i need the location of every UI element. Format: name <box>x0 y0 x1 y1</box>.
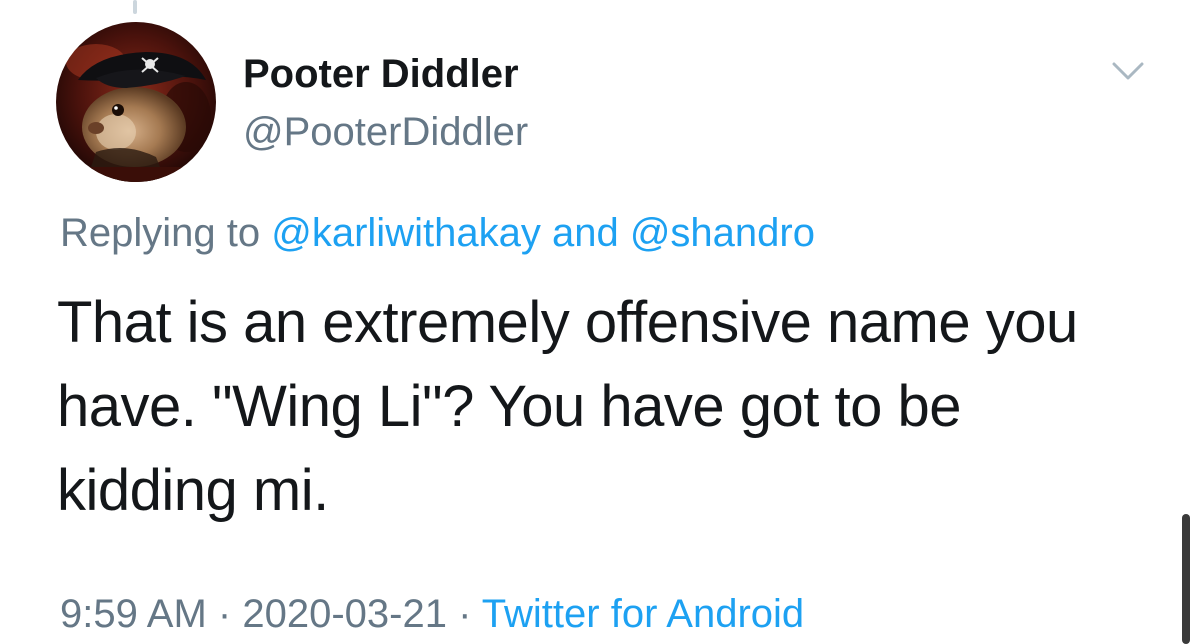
meta-separator: · <box>458 592 472 636</box>
author-handle[interactable]: @PooterDiddler <box>243 108 528 156</box>
tweet-menu-button[interactable] <box>1108 56 1148 86</box>
thread-connector-line <box>133 0 137 14</box>
tweet-time[interactable]: 9:59 AM <box>60 592 207 636</box>
replying-to-label: Replying to <box>60 211 261 255</box>
guinea-pig-pirate-avatar-icon <box>56 22 216 182</box>
scrollbar-thumb[interactable] <box>1182 514 1190 644</box>
tweet-body-text: That is an extremely offensive name you … <box>57 290 1078 523</box>
tweet-date[interactable]: 2020-03-21 <box>242 592 447 636</box>
replying-to-line: Replying to @karliwithakay and @shandro <box>60 209 815 257</box>
reply-conjunction[interactable]: and <box>552 211 619 255</box>
avatar[interactable] <box>56 22 216 182</box>
meta-separator: · <box>217 592 232 636</box>
chevron-down-icon <box>1112 62 1144 80</box>
author-display-name[interactable]: Pooter Diddler <box>243 50 519 98</box>
tweet-metadata: 9:59 AM · 2020-03-21 · Twitter for Andro… <box>60 590 804 638</box>
tweet-source[interactable]: Twitter for Android <box>482 592 804 636</box>
reply-mention-shandro[interactable]: @shandro <box>630 211 815 255</box>
reply-mention-karliwithakay[interactable]: @karliwithakay <box>271 211 541 255</box>
